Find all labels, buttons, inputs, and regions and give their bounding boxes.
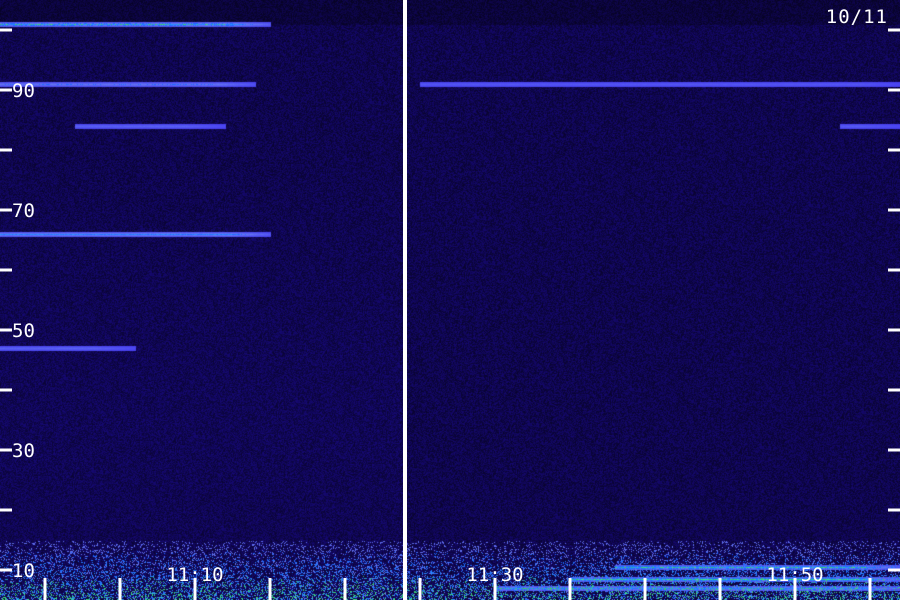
- spectrogram-plot: [0, 0, 900, 600]
- date-label: 10/11: [825, 6, 888, 28]
